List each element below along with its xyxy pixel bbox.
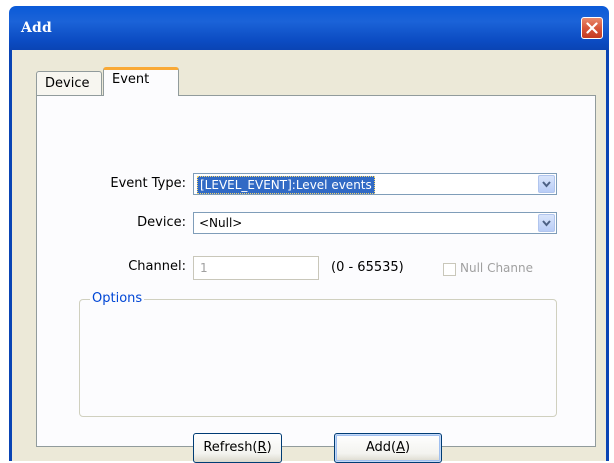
null-channel-label: Null Channe <box>460 261 533 275</box>
tab-device-label: Device <box>45 76 90 91</box>
refresh-hotkey: R <box>257 440 267 455</box>
add-button[interactable]: Add(A) <box>334 433 442 463</box>
chevron-down-icon <box>542 181 551 188</box>
refresh-button-label: Refresh( <box>203 440 258 455</box>
null-channel-checkbox[interactable] <box>443 263 456 276</box>
device-dropdown-button[interactable] <box>538 214 555 232</box>
window-title: Add <box>21 20 53 36</box>
close-button[interactable] <box>581 17 603 39</box>
add-button-label: Add( <box>365 440 397 455</box>
event-type-label: Event Type: <box>110 176 186 191</box>
add-button-suffix: ) <box>405 440 411 455</box>
options-groupbox: Options <box>79 291 557 417</box>
add-hotkey: A <box>396 440 406 455</box>
channel-label: Channel: <box>128 259 186 274</box>
channel-range: (0 - 65535) <box>331 260 404 275</box>
event-tab-panel: Event Type: [LEVEL_EVENT]:Level events D… <box>36 95 596 463</box>
chevron-down-icon <box>542 220 551 227</box>
add-dialog-window: Add Device Event Event Type: [LEVEL_EVEN… <box>0 0 614 463</box>
event-type-dropdown-button[interactable] <box>538 175 555 193</box>
dialog-body: Device Event Event Type: [LEVEL_EVENT]:L… <box>9 50 609 463</box>
refresh-button[interactable]: Refresh(R) <box>193 433 282 463</box>
options-title: Options <box>90 291 145 306</box>
device-label: Device: <box>137 215 186 230</box>
tab-event[interactable]: Event <box>103 67 179 96</box>
title-bar[interactable]: Add <box>9 6 609 50</box>
event-type-value: [LEVEL_EVENT]:Level events <box>197 176 375 194</box>
refresh-button-suffix: ) <box>266 440 272 455</box>
close-icon <box>586 22 598 34</box>
device-value: <Null> <box>199 216 243 230</box>
tab-event-label: Event <box>112 72 150 87</box>
tab-device[interactable]: Device <box>36 71 102 95</box>
event-type-select[interactable]: [LEVEL_EVENT]:Level events <box>193 173 557 195</box>
channel-input[interactable]: 1 <box>193 256 319 280</box>
device-select[interactable]: <Null> <box>193 212 557 234</box>
